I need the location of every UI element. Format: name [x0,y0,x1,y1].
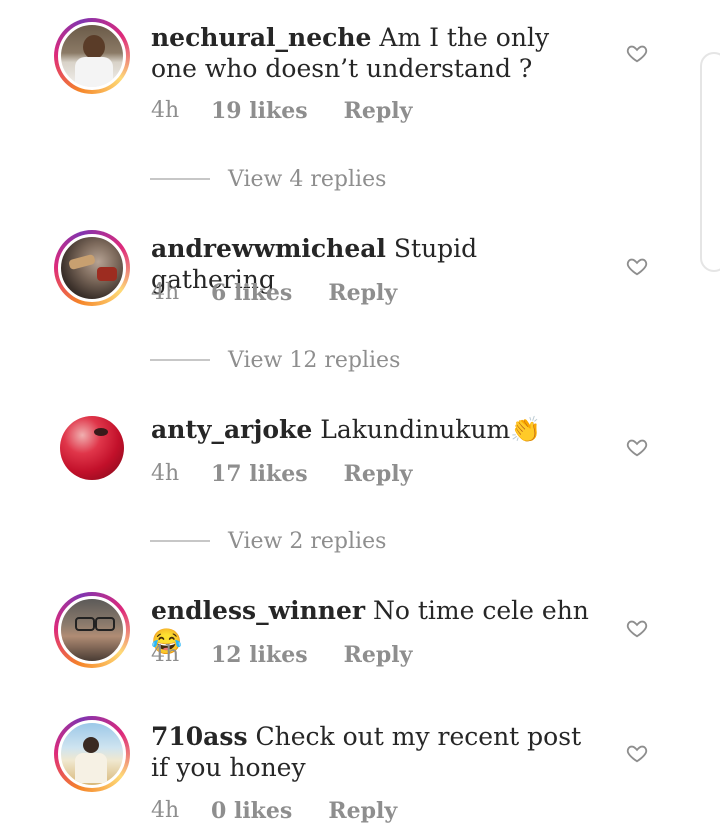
comment-text: anty_arjoke Lakundinukum👏 [151,414,601,445]
view-replies-button[interactable]: View 2 replies [150,528,387,554]
reply-button[interactable]: Reply [344,642,413,668]
avatar[interactable] [54,230,130,306]
view-replies-label: View 4 replies [228,166,387,192]
comment-time: 4h [151,798,180,823]
scroll-indicator[interactable] [700,52,720,272]
view-replies-label: View 12 replies [228,347,401,373]
avatar[interactable] [54,410,130,486]
reply-button[interactable]: Reply [344,461,413,487]
comment-time: 4h [151,98,180,123]
view-replies-button[interactable]: View 12 replies [150,347,401,373]
heart-icon[interactable] [626,436,648,458]
reply-button[interactable]: Reply [328,798,397,824]
divider [150,178,210,180]
avatar[interactable] [54,18,130,94]
divider [150,540,210,542]
divider [150,359,210,361]
heart-icon[interactable] [626,42,648,64]
heart-icon[interactable] [626,255,648,277]
likes-count[interactable]: 12 likes [211,642,308,668]
comment-text: nechural_neche Am I the only one who doe… [151,22,601,84]
username-link[interactable]: endless_winner [151,596,365,625]
reply-button[interactable]: Reply [344,98,413,124]
likes-count[interactable]: 6 likes [211,280,292,306]
comment-time: 4h [151,642,180,667]
username-link[interactable]: anty_arjoke [151,415,312,444]
likes-count[interactable]: 19 likes [211,98,308,124]
view-replies-button[interactable]: View 4 replies [150,166,387,192]
likes-count[interactable]: 0 likes [211,798,292,824]
comment-text: 710ass Check out my recent post if you h… [151,721,601,783]
username-link[interactable]: nechural_neche [151,23,371,52]
view-replies-label: View 2 replies [228,528,387,554]
likes-count[interactable]: 17 likes [211,461,308,487]
comment-body: Lakundinukum👏 [320,415,542,444]
reply-button[interactable]: Reply [328,280,397,306]
username-link[interactable]: 710ass [151,722,248,751]
avatar[interactable] [54,716,130,792]
avatar[interactable] [54,592,130,668]
username-link[interactable]: andrewwmicheal [151,234,386,263]
comment-time: 4h [151,280,180,305]
heart-icon[interactable] [626,742,648,764]
heart-icon[interactable] [626,617,648,639]
comment-time: 4h [151,461,180,486]
